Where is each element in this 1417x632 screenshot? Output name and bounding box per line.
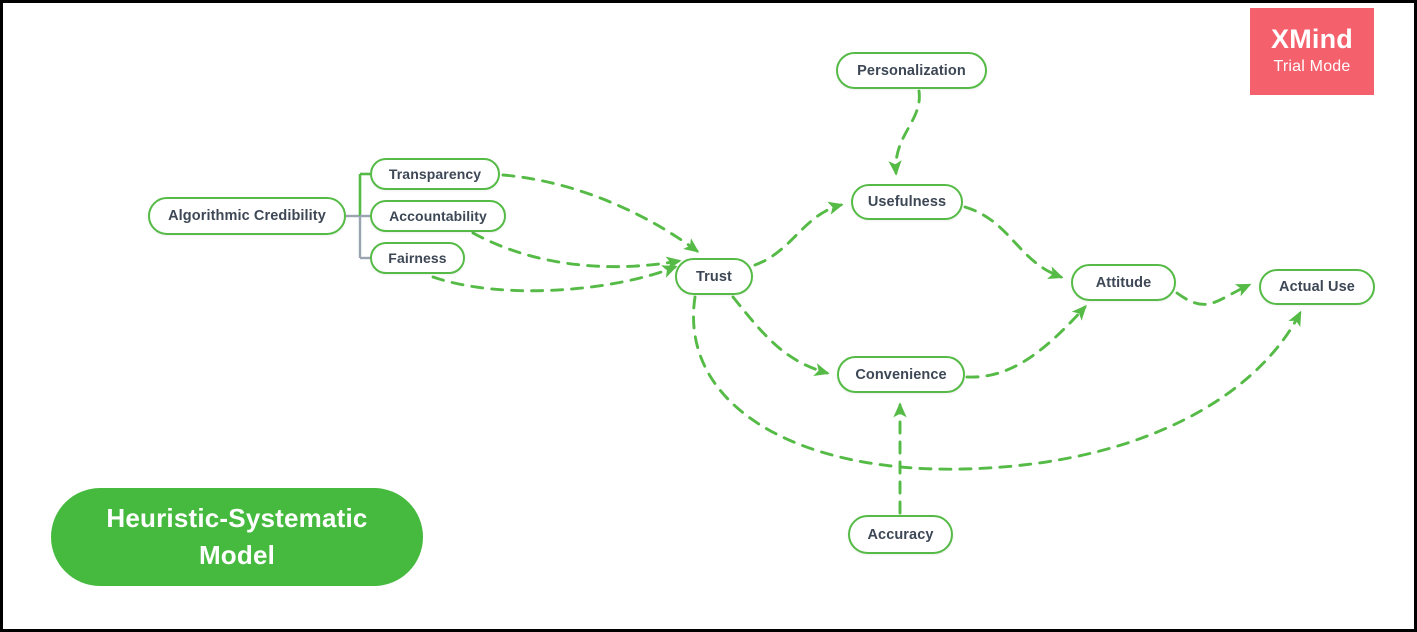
node-label: Algorithmic Credibility	[168, 208, 326, 224]
node-accuracy[interactable]: Accuracy	[848, 515, 953, 554]
node-personalization[interactable]: Personalization	[836, 52, 987, 89]
edge-accountability-to-trust	[471, 231, 682, 270]
node-algorithmic-credibility[interactable]: Algorithmic Credibility	[148, 197, 346, 235]
edge-convenience-to-attitude	[965, 304, 1087, 379]
node-label: Actual Use	[1279, 279, 1355, 295]
node-trust[interactable]: Trust	[675, 258, 753, 295]
root-node-heuristic-systematic-model[interactable]: Heuristic-Systematic Model	[51, 488, 423, 586]
node-accountability[interactable]: Accountability	[370, 200, 506, 232]
edge-trust-to-convenience	[731, 295, 830, 376]
edge-attitude-to-actual-use	[1175, 283, 1252, 306]
node-convenience[interactable]: Convenience	[837, 356, 965, 393]
node-transparency[interactable]: Transparency	[370, 158, 500, 190]
xmind-trial-watermark: XMind Trial Mode	[1250, 8, 1374, 95]
edge-credibility-bracket	[346, 172, 370, 260]
node-actual-use[interactable]: Actual Use	[1259, 269, 1375, 305]
node-attitude[interactable]: Attitude	[1071, 264, 1176, 301]
node-label: Transparency	[388, 166, 482, 182]
edge-transparency-to-trust	[501, 173, 700, 253]
edge-trust-to-actual-use	[692, 295, 1302, 471]
xmind-trial-mode-label: Trial Mode	[1273, 58, 1351, 76]
mindmap-canvas: Algorithmic Credibility Transparency Acc…	[0, 0, 1417, 632]
node-label: Attitude	[1095, 274, 1152, 291]
edge-personalization-to-usefulness	[888, 89, 921, 176]
node-label: Trust	[696, 268, 732, 285]
node-usefulness[interactable]: Usefulness	[851, 184, 963, 220]
xmind-brand-label: XMind	[1271, 23, 1353, 54]
node-label: Convenience	[855, 366, 947, 383]
node-label: Personalization	[857, 62, 966, 79]
root-node-label: Heuristic-Systematic Model	[106, 503, 368, 570]
edge-usefulness-to-attitude	[963, 205, 1064, 279]
node-label: Accountability	[389, 208, 487, 224]
node-label: Accuracy	[867, 526, 934, 543]
edge-fairness-to-trust	[431, 265, 678, 293]
node-fairness[interactable]: Fairness	[370, 242, 465, 274]
node-label: Fairness	[388, 250, 447, 266]
node-label: Usefulness	[867, 194, 947, 210]
edge-trust-to-usefulness	[753, 201, 844, 267]
